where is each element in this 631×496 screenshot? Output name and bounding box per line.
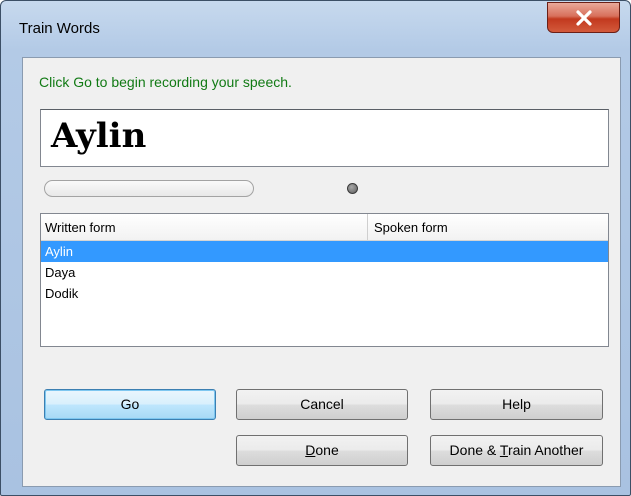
help-button[interactable]: Help [430, 389, 603, 420]
train-words-dialog: Train Words Click Go to begin recording … [0, 0, 631, 496]
instruction-text: Click Go to begin recording your speech. [39, 74, 292, 90]
current-word: Aylin [51, 116, 147, 156]
dialog-body: Click Go to begin recording your speech.… [22, 57, 621, 487]
word-list[interactable]: Written form Spoken form Aylin Daya Dodi… [40, 213, 609, 347]
list-item[interactable]: Aylin [41, 241, 608, 262]
done-and-train-another-button[interactable]: Done & Train Another [430, 435, 603, 466]
current-word-display: Aylin [40, 109, 609, 167]
go-button[interactable]: Go [44, 389, 216, 420]
list-item[interactable]: Daya [41, 262, 608, 283]
train-accelerator: T [499, 442, 508, 458]
recording-indicator-icon [347, 183, 358, 194]
audio-level-meter [44, 180, 254, 197]
train-label-suffix: rain Another [507, 442, 584, 458]
close-button[interactable] [547, 2, 620, 33]
written-form-cell: Dodik [45, 286, 79, 301]
done-button[interactable]: Done [236, 435, 408, 466]
column-divider[interactable] [367, 214, 368, 240]
column-header-spoken-form[interactable]: Spoken form [374, 220, 448, 235]
close-icon [576, 10, 592, 26]
list-header: Written form Spoken form [41, 214, 608, 241]
train-label-prefix: Done & [449, 442, 500, 458]
written-form-cell: Aylin [45, 244, 73, 259]
window-title: Train Words [19, 20, 100, 37]
done-label-suffix: one [315, 442, 339, 458]
column-header-written-form[interactable]: Written form [45, 220, 116, 235]
written-form-cell: Daya [45, 265, 76, 280]
list-item[interactable]: Dodik [41, 283, 608, 304]
title-bar[interactable]: Train Words [1, 1, 630, 43]
cancel-button[interactable]: Cancel [236, 389, 408, 420]
done-accelerator: D [305, 442, 316, 458]
